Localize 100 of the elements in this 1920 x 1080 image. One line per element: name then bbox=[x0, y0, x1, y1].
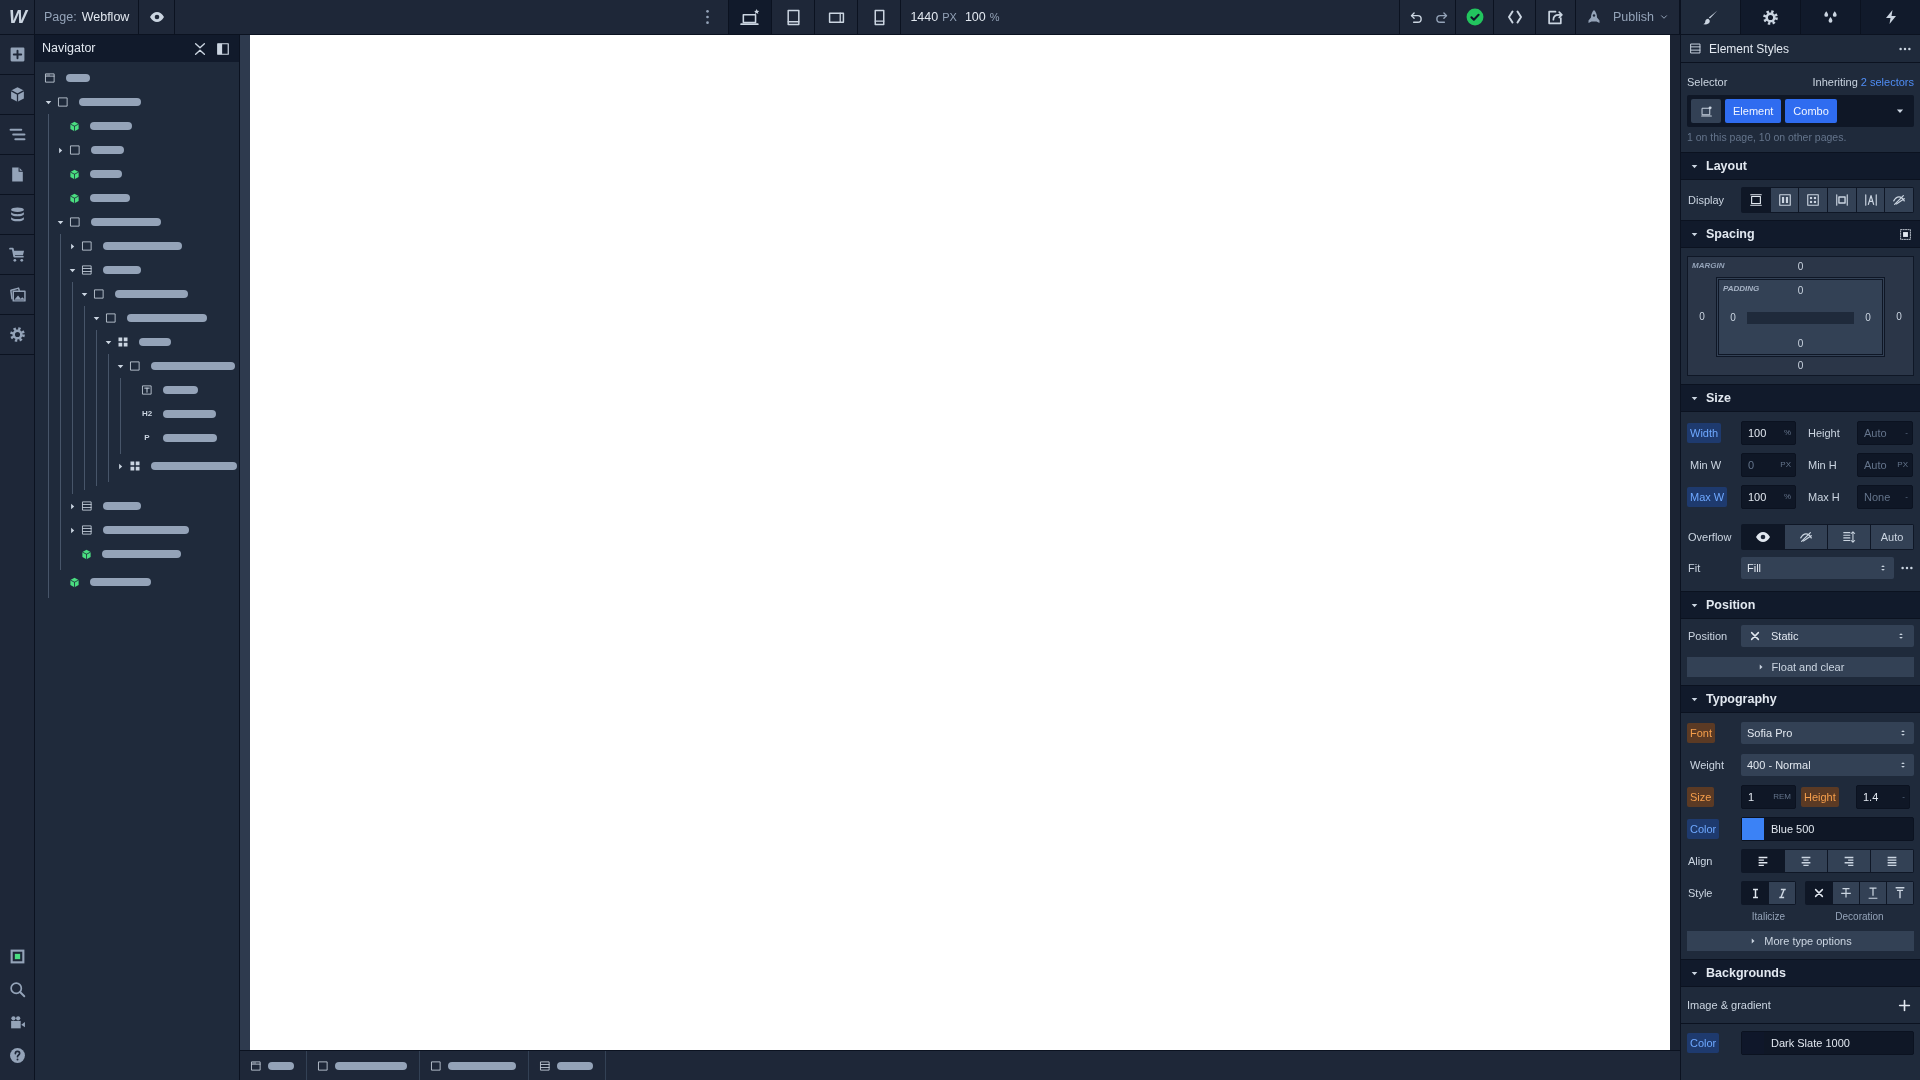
element-name-bar[interactable] bbox=[103, 266, 141, 274]
text-block-icon bbox=[141, 384, 153, 396]
caret-icon bbox=[56, 145, 65, 155]
grid-display-icon bbox=[1806, 193, 1821, 207]
property-label: Weight bbox=[1689, 757, 1726, 773]
square-icon bbox=[105, 312, 117, 324]
decoration-option-button[interactable] bbox=[1887, 882, 1913, 904]
element-name-bar[interactable] bbox=[79, 98, 141, 106]
element-name-bar[interactable] bbox=[90, 122, 132, 130]
spacing-value[interactable]: 0 bbox=[1896, 309, 1902, 325]
spacing-value[interactable]: 0 bbox=[1797, 336, 1804, 352]
align-justify-icon bbox=[1885, 854, 1899, 868]
spacing-value[interactable]: 0 bbox=[1865, 310, 1871, 326]
element-name-bar[interactable] bbox=[139, 338, 171, 346]
element-name-bar[interactable] bbox=[90, 170, 122, 178]
panel-tab[interactable] bbox=[1740, 0, 1800, 34]
property-label: Overflow bbox=[1687, 529, 1733, 545]
video-camera-icon bbox=[8, 1014, 26, 1031]
device-button[interactable] bbox=[728, 0, 772, 34]
inherited-selectors-link[interactable]: 2 selectors bbox=[1860, 73, 1914, 91]
page-label: Page: bbox=[44, 8, 77, 26]
selector-field[interactable]: Element Combo bbox=[1687, 95, 1914, 127]
weight-select[interactable]: 400 - Normal bbox=[1741, 754, 1914, 776]
square-icon bbox=[69, 144, 81, 156]
status-square-icon bbox=[8, 948, 26, 965]
color-swatch[interactable] bbox=[1742, 1032, 1764, 1054]
italic-option-button[interactable] bbox=[1769, 882, 1795, 904]
cube-icon bbox=[69, 192, 80, 204]
cube-icon bbox=[69, 168, 80, 180]
align-left-icon bbox=[1756, 854, 1770, 868]
font-select[interactable]: Sofia Pro bbox=[1741, 722, 1914, 744]
section-header[interactable]: Backgrounds bbox=[1681, 959, 1920, 987]
number-field[interactable]: Auto PX bbox=[1857, 453, 1913, 477]
element-name-bar[interactable] bbox=[66, 74, 90, 82]
search-icon bbox=[8, 981, 26, 998]
section-header[interactable]: Position bbox=[1681, 591, 1920, 619]
display-option-button[interactable] bbox=[1856, 188, 1885, 212]
spacing-value[interactable]: 0 bbox=[1797, 259, 1804, 275]
section-header[interactable]: Spacing bbox=[1681, 220, 1920, 248]
align-option-button[interactable] bbox=[1785, 850, 1827, 872]
more-type-options-button[interactable]: More type options bbox=[1687, 931, 1914, 951]
number-field[interactable]: 1.4 - bbox=[1856, 785, 1910, 809]
element-name-bar[interactable] bbox=[90, 578, 151, 586]
number-field[interactable]: None - bbox=[1857, 485, 1913, 509]
spacing-value[interactable]: 0 bbox=[1730, 310, 1736, 326]
element-name-bar[interactable] bbox=[91, 146, 124, 154]
section-header[interactable]: Layout bbox=[1681, 152, 1920, 180]
caption: Decoration bbox=[1834, 909, 1885, 924]
property-label: Max W bbox=[1687, 486, 1728, 508]
number-field[interactable]: 100 % bbox=[1741, 485, 1796, 509]
number-field[interactable]: 0 PX bbox=[1741, 453, 1796, 477]
spacing-mode-button[interactable] bbox=[1899, 227, 1912, 241]
element-name-bar[interactable] bbox=[103, 502, 141, 510]
spacing-mode-icon bbox=[1899, 227, 1912, 241]
zoom-level[interactable]: 100 bbox=[964, 7, 986, 27]
canvas-width[interactable]: 1440 bbox=[910, 7, 939, 27]
selector-chip[interactable]: Element bbox=[1725, 99, 1782, 123]
align-option-button[interactable] bbox=[1828, 850, 1870, 872]
number-field[interactable]: Auto - bbox=[1857, 421, 1913, 445]
images-icon bbox=[8, 286, 26, 303]
selector-icon-button[interactable] bbox=[1691, 99, 1721, 123]
element-name-bar[interactable] bbox=[163, 386, 198, 394]
section-header[interactable]: Size bbox=[1681, 384, 1920, 412]
display-option-button[interactable] bbox=[1799, 188, 1827, 212]
overflow-option-button[interactable]: Auto bbox=[1871, 525, 1913, 549]
element-name-bar[interactable] bbox=[90, 194, 130, 202]
color-swatch[interactable] bbox=[1742, 818, 1764, 840]
element-name-bar[interactable] bbox=[163, 410, 216, 418]
dock-icon bbox=[216, 41, 230, 56]
element-name-bar[interactable] bbox=[91, 218, 161, 226]
dock-button[interactable] bbox=[214, 41, 232, 56]
color-field[interactable]: Blue 500 bbox=[1741, 817, 1914, 841]
spacing-value[interactable]: 0 bbox=[1699, 309, 1705, 325]
display-option-button[interactable] bbox=[1885, 188, 1914, 212]
color-field[interactable]: Dark Slate 1000 bbox=[1741, 1031, 1914, 1055]
selector-chip[interactable]: Combo bbox=[1785, 99, 1837, 123]
spacing-value[interactable]: 0 bbox=[1797, 358, 1804, 374]
float-and-clear-button[interactable]: Float and clear bbox=[1687, 657, 1914, 677]
spacing-value[interactable]: 0 bbox=[1797, 283, 1804, 299]
align-option-button[interactable] bbox=[1871, 850, 1913, 872]
position-select[interactable]: Static bbox=[1741, 625, 1914, 647]
element-name-bar[interactable] bbox=[163, 434, 217, 442]
unit-label: % bbox=[1783, 491, 1791, 503]
section-header[interactable]: Typography bbox=[1681, 685, 1920, 713]
property-label: Size bbox=[1687, 786, 1715, 808]
hidden-display-icon bbox=[1892, 193, 1907, 207]
unit-label: - bbox=[1905, 427, 1908, 439]
square-icon bbox=[317, 1059, 329, 1072]
unit-label: PX bbox=[942, 9, 957, 25]
logo[interactable]: W bbox=[9, 2, 25, 32]
fit-select[interactable]: Fill bbox=[1741, 557, 1894, 579]
flex-display-icon bbox=[1777, 193, 1792, 207]
number-field[interactable]: 1 REM bbox=[1741, 785, 1796, 809]
square-icon bbox=[430, 1059, 442, 1072]
property-label: Max H bbox=[1807, 489, 1841, 505]
decoration-option-button[interactable] bbox=[1833, 882, 1859, 904]
page-name[interactable]: Webflow bbox=[81, 7, 130, 27]
display-option-button[interactable] bbox=[1770, 188, 1799, 212]
rocket-icon bbox=[1586, 9, 1602, 25]
number-field[interactable]: 100 % bbox=[1741, 421, 1796, 445]
